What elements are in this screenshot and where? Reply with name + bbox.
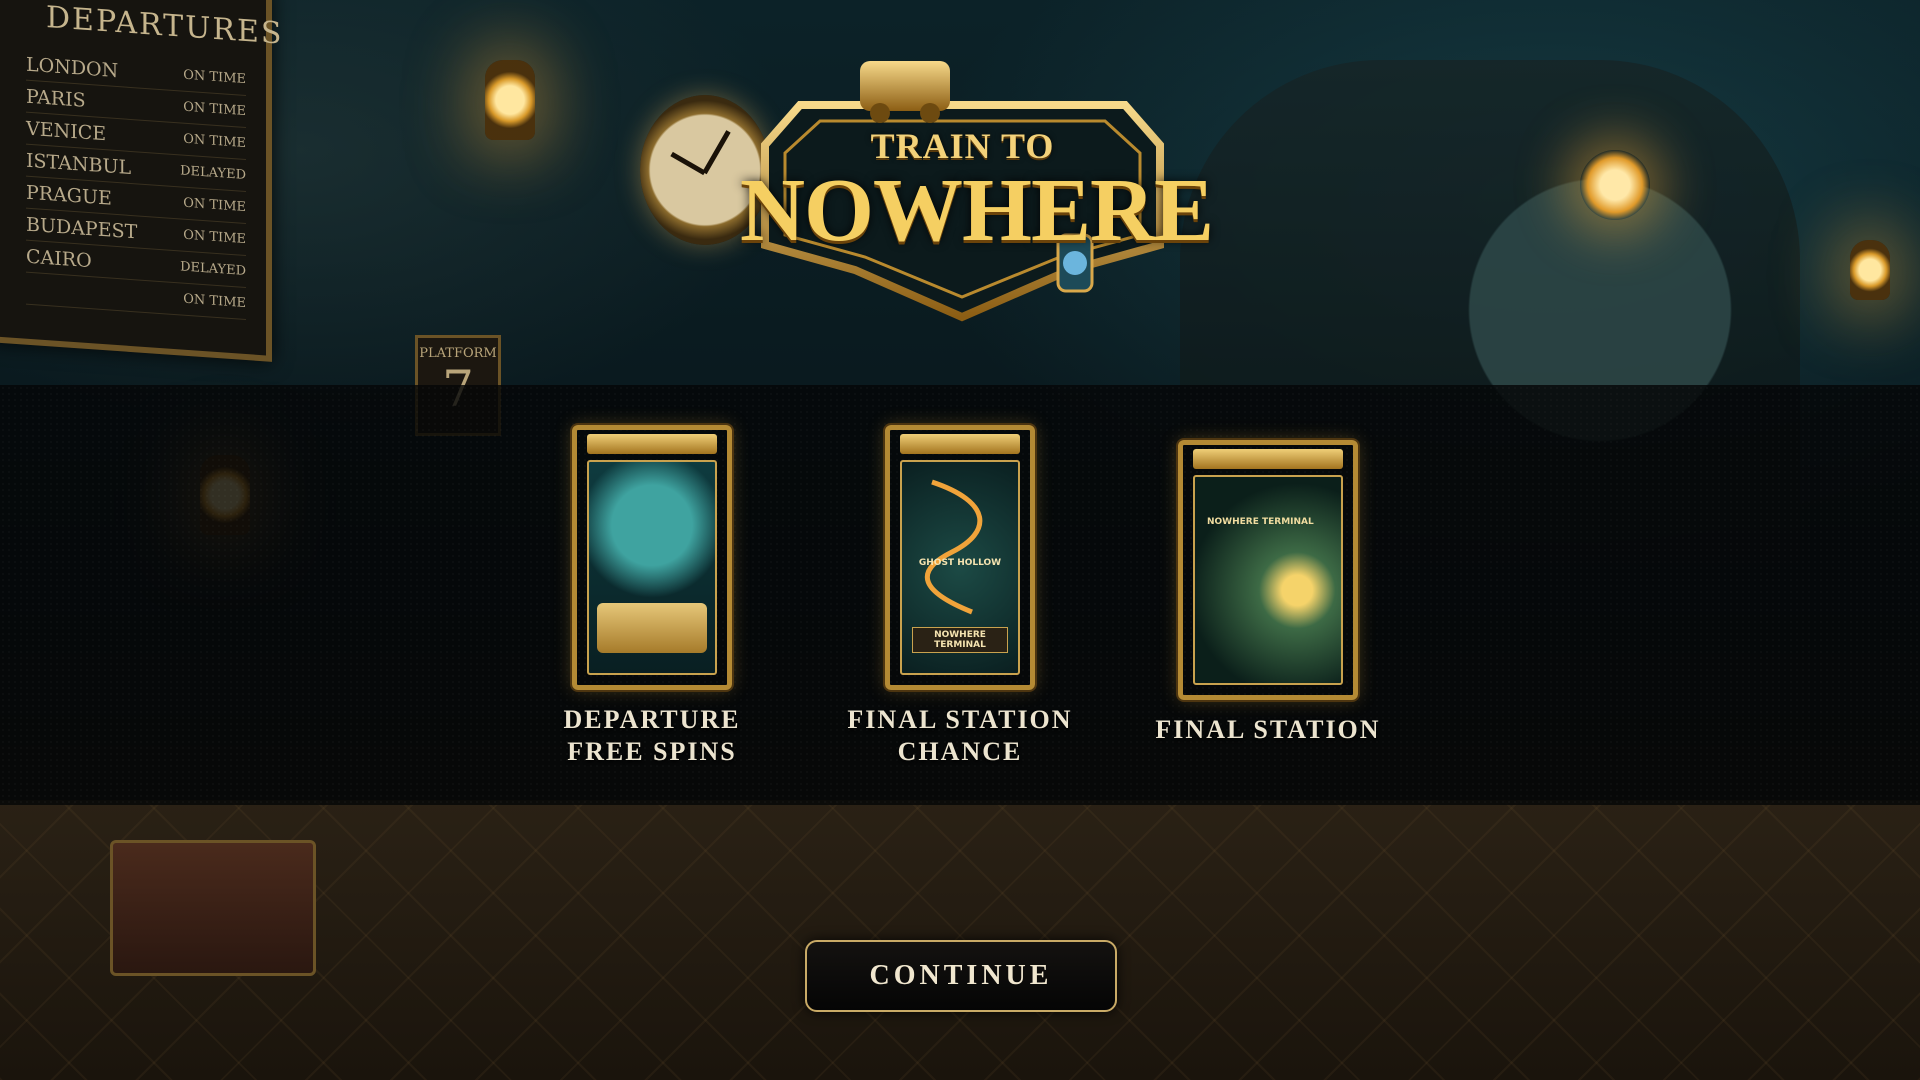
departure-status: ON TIME xyxy=(183,227,246,248)
logo-title-line2: NOWHERE xyxy=(740,161,1214,260)
card-art-train-scroll xyxy=(587,460,717,675)
feature-label-line2: FREE SPINS xyxy=(567,737,737,766)
feature-label-line2: CHANCE xyxy=(897,737,1023,766)
feature-departure-free-spins: DEPARTURE FREE SPINS xyxy=(552,425,752,768)
departures-board-rows: LONDON ON TIME PARIS ON TIME VENICE ON TIME… xyxy=(26,48,246,321)
luggage-trunk xyxy=(110,840,316,976)
departure-status: ON TIME xyxy=(183,195,246,216)
locomotive-headlight xyxy=(1580,150,1650,220)
card-banner xyxy=(1193,449,1343,469)
card-art-map-path: GHOST HOLLOW NOWHERE TERMINAL xyxy=(900,460,1020,675)
feature-final-station: NOWHERE TERMINAL FINAL STATION xyxy=(1148,440,1388,746)
departure-city: PARIS xyxy=(26,85,86,112)
departure-status: ON TIME xyxy=(183,67,246,88)
departure-city: VENICE xyxy=(26,117,107,145)
platform-sign-label: PLATFORM xyxy=(419,346,497,361)
lantern-icon xyxy=(485,60,535,140)
card-art-terminal-train: NOWHERE TERMINAL xyxy=(1193,475,1343,685)
feature-label-line1: FINAL STATION xyxy=(1155,715,1381,744)
departure-city: ISTANBUL xyxy=(26,149,132,179)
clock-hour-hand xyxy=(670,151,706,176)
departure-city: BUDAPEST xyxy=(26,213,138,243)
departure-status: DELAYED xyxy=(180,259,246,280)
departure-status: ON TIME xyxy=(183,131,246,152)
card-banner xyxy=(587,434,717,454)
card-banner xyxy=(900,434,1020,454)
departure-city: PRAGUE xyxy=(26,181,112,210)
feature-card xyxy=(572,425,732,690)
departures-board: DEPARTURES LONDON ON TIME PARIS ON TIME VE… xyxy=(0,0,283,362)
departure-city: CAIRO xyxy=(26,245,92,272)
lantern-icon xyxy=(1850,240,1890,300)
feature-label: FINAL STATION xyxy=(1148,714,1388,746)
departure-city: LONDON xyxy=(26,53,119,82)
clock-minute-hand xyxy=(702,130,731,175)
departure-status: ON TIME xyxy=(183,291,246,312)
card-art-label-bottom: NOWHERE TERMINAL xyxy=(912,627,1008,653)
departure-status: ON TIME xyxy=(183,99,246,120)
game-scene: DEPARTURES LONDON ON TIME PARIS ON TIME VE… xyxy=(0,0,1920,1080)
card-art-label: NOWHERE TERMINAL xyxy=(1207,517,1314,527)
feature-final-station-chance: GHOST HOLLOW NOWHERE TERMINAL FINAL STAT… xyxy=(840,425,1080,768)
departure-status: DELAYED xyxy=(180,163,246,184)
feature-label: FINAL STATION CHANCE xyxy=(840,704,1080,768)
game-logo: TRAIN TO NOWHERE xyxy=(740,55,1214,325)
scroll-map-icon xyxy=(597,603,707,653)
train-emblem-icon xyxy=(860,61,950,111)
feature-card: GHOST HOLLOW NOWHERE TERMINAL xyxy=(885,425,1035,690)
card-art-label-top: GHOST HOLLOW xyxy=(918,558,1002,568)
departures-board-title: DEPARTURES xyxy=(46,0,284,52)
feature-label: DEPARTURE FREE SPINS xyxy=(552,704,752,768)
feature-label-line1: FINAL STATION xyxy=(847,705,1073,734)
feature-label-line1: DEPARTURE xyxy=(563,705,741,734)
continue-button[interactable]: CONTINUE xyxy=(805,940,1117,1012)
feature-card: NOWHERE TERMINAL xyxy=(1178,440,1358,700)
